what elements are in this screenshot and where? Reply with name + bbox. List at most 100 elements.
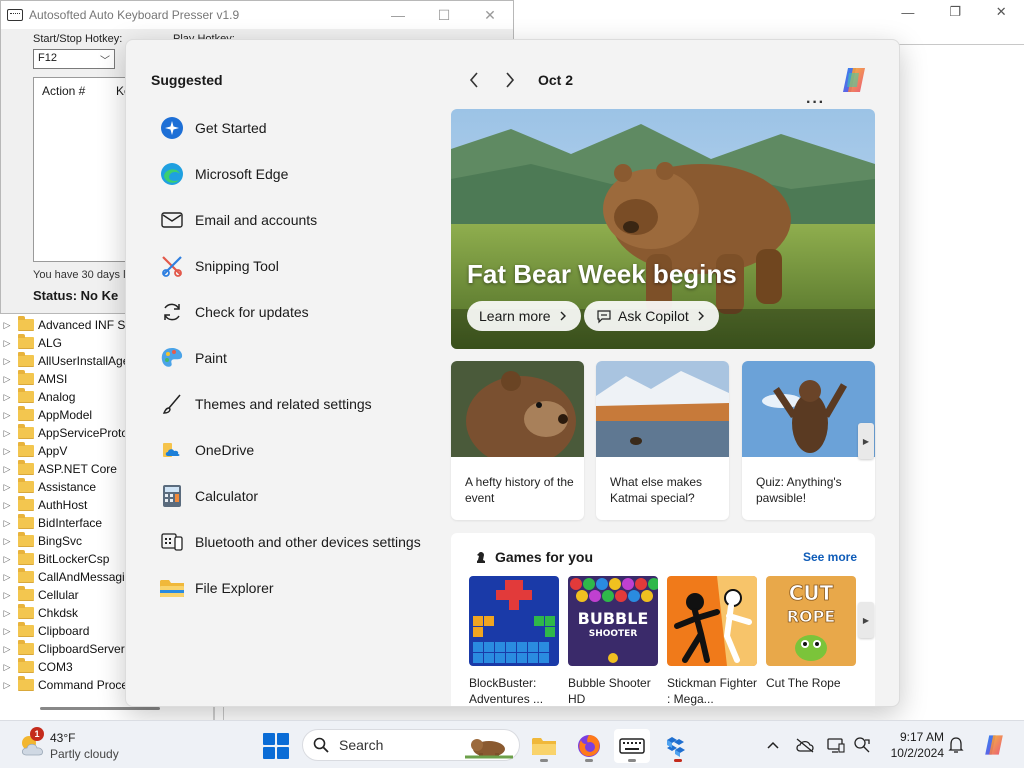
next-button[interactable] <box>492 68 528 92</box>
tree-item-label: Clipboard <box>38 624 90 638</box>
system-clock[interactable]: 9:17 AM 10/2/2024 <box>884 729 944 761</box>
game-tile[interactable]: Stickman Fighter : Mega... <box>667 576 757 706</box>
minimize-button[interactable]: — <box>375 7 421 24</box>
chevron-right-icon[interactable]: ▷ <box>0 428 14 439</box>
chevron-right-icon[interactable]: ▷ <box>0 644 14 655</box>
tree-item-label: BidInterface <box>38 516 103 530</box>
chevron-right-icon[interactable]: ▷ <box>0 338 14 349</box>
suggested-item-label: File Explorer <box>195 580 274 596</box>
game-tile[interactable]: CUT ROPE Cut The Rope <box>766 576 856 691</box>
start-button[interactable] <box>263 733 289 759</box>
suggested-item-bluetooth-devices[interactable]: Bluetooth and other devices settings <box>159 519 449 565</box>
chevron-up-icon <box>767 741 779 749</box>
chevron-right-icon[interactable]: ▷ <box>0 374 14 385</box>
folder-icon <box>159 575 185 601</box>
close-button[interactable]: ✕ <box>996 4 1007 20</box>
suggested-item-paint[interactable]: Paint <box>159 335 449 381</box>
thumb-title-line1: BUBBLE <box>578 609 649 628</box>
folder-icon <box>18 550 34 565</box>
tree-item-label: Assistance <box>38 480 97 494</box>
tree-item-label: BingSvc <box>38 534 83 548</box>
thumb-title-line1: CUT <box>789 581 834 605</box>
chevron-right-icon[interactable]: ▷ <box>0 464 14 475</box>
start-stop-hotkey-select[interactable]: F12 ﹀ <box>33 49 115 69</box>
restore-button[interactable]: ❐ <box>949 4 961 20</box>
suggested-item-themes[interactable]: Themes and related settings <box>159 381 449 427</box>
feed-nav: Oct 2 ··· <box>456 68 876 111</box>
suggested-item-email-accounts[interactable]: Email and accounts <box>159 197 449 243</box>
stickman-fighter-thumbnail <box>667 576 757 666</box>
game-tile[interactable]: BlockBuster: Adventures ... <box>469 576 559 706</box>
tray-security-button[interactable] <box>852 735 872 755</box>
suggested-item-label: Get Started <box>195 120 267 136</box>
suggested-item-file-explorer[interactable]: File Explorer <box>159 565 449 611</box>
suggested-item-label: Bluetooth and other devices settings <box>195 534 421 550</box>
devices-icon <box>159 529 185 555</box>
actions-table[interactable]: Action # Ke <box>33 77 133 262</box>
folder-icon <box>18 352 34 367</box>
chevron-right-icon[interactable]: ▷ <box>0 590 14 601</box>
learn-more-button[interactable]: Learn more <box>467 301 581 331</box>
folder-icon <box>18 514 34 529</box>
tree-item-label: AuthHost <box>38 498 88 512</box>
minimize-button[interactable]: — <box>901 5 914 20</box>
copilot-icon[interactable] <box>839 65 869 95</box>
chevron-right-icon[interactable]: ▷ <box>0 518 14 529</box>
folder-icon <box>18 334 34 349</box>
chevron-right-icon[interactable]: ▷ <box>0 554 14 565</box>
chevron-right-icon[interactable]: ▷ <box>0 356 14 367</box>
chevron-right-icon[interactable]: ▷ <box>0 500 14 511</box>
chevron-right-icon[interactable]: ▷ <box>0 482 14 493</box>
ask-copilot-button[interactable]: Ask Copilot <box>584 301 719 331</box>
chevron-right-icon[interactable]: ▷ <box>0 410 14 421</box>
suggested-item-snipping-tool[interactable]: Snipping Tool <box>159 243 449 289</box>
column-header-action[interactable]: Action # <box>42 84 85 98</box>
taskbar-file-explorer[interactable] <box>526 729 562 763</box>
games-next-button[interactable]: ▶ <box>858 602 874 638</box>
tray-display-button[interactable] <box>826 735 846 755</box>
article-caption: Quiz: Anything's pawsible! <box>756 475 842 505</box>
article-caption: What else makes Katmai special? <box>610 475 703 505</box>
hero-article-card[interactable]: Fat Bear Week begins Learn more Ask Copi… <box>451 109 875 349</box>
chevron-right-icon[interactable]: ▷ <box>0 446 14 457</box>
article-card[interactable]: A hefty history of the event <box>451 361 584 520</box>
chevron-right-icon[interactable]: ▷ <box>0 536 14 547</box>
suggested-item-check-updates[interactable]: Check for updates <box>159 289 449 335</box>
suggested-item-calculator[interactable]: Calculator <box>159 473 449 519</box>
copilot-taskbar-button[interactable] <box>982 733 1006 757</box>
chevron-right-icon[interactable]: ▷ <box>0 572 14 583</box>
notifications-button[interactable] <box>946 735 966 755</box>
tray-cloud-off-button[interactable] <box>795 735 815 755</box>
taskbar-keyboard-presser[interactable] <box>614 729 650 763</box>
running-indicator <box>540 759 548 762</box>
chevron-right-icon[interactable]: ▷ <box>0 626 14 637</box>
horizontal-scrollbar[interactable] <box>40 707 160 710</box>
close-button[interactable]: ✕ <box>467 7 513 24</box>
suggested-item-get-started[interactable]: Get Started <box>159 105 449 151</box>
article-card[interactable]: Quiz: Anything's pawsible! <box>742 361 875 520</box>
chevron-right-icon[interactable]: ▷ <box>0 680 14 691</box>
taskbar-firefox[interactable] <box>571 729 607 763</box>
chevron-right-icon[interactable]: ▷ <box>0 608 14 619</box>
cards-next-button[interactable]: ▶ <box>858 423 874 459</box>
chevron-right-icon[interactable]: ▷ <box>0 392 14 403</box>
taskbar-search[interactable]: Search <box>302 729 520 761</box>
article-card[interactable]: What else makes Katmai special? <box>596 361 729 520</box>
folder-icon <box>18 532 34 547</box>
weather-widget[interactable]: 1 43°F Partly cloudy <box>18 727 138 763</box>
show-hidden-icons-button[interactable] <box>763 735 783 755</box>
registry-cubes-icon <box>667 737 685 757</box>
chevron-right-icon[interactable]: ▷ <box>0 320 14 331</box>
cloud-off-icon <box>796 738 814 753</box>
game-tile[interactable]: BUBBLE SHOOTER Bubble Shooter HD <box>568 576 660 706</box>
taskbar: 1 43°F Partly cloudy Search 9:17 AM 10/2… <box>0 720 1024 768</box>
search-icon <box>313 737 329 753</box>
suggested-item-microsoft-edge[interactable]: Microsoft Edge <box>159 151 449 197</box>
maximize-button[interactable]: ☐ <box>421 7 467 24</box>
previous-button[interactable] <box>456 68 492 92</box>
see-more-link[interactable]: See more <box>803 550 857 564</box>
tree-item-label: AppModel <box>38 408 93 422</box>
suggested-item-onedrive[interactable]: OneDrive <box>159 427 449 473</box>
taskbar-registry-app[interactable] <box>660 729 696 763</box>
chevron-right-icon[interactable]: ▷ <box>0 662 14 673</box>
